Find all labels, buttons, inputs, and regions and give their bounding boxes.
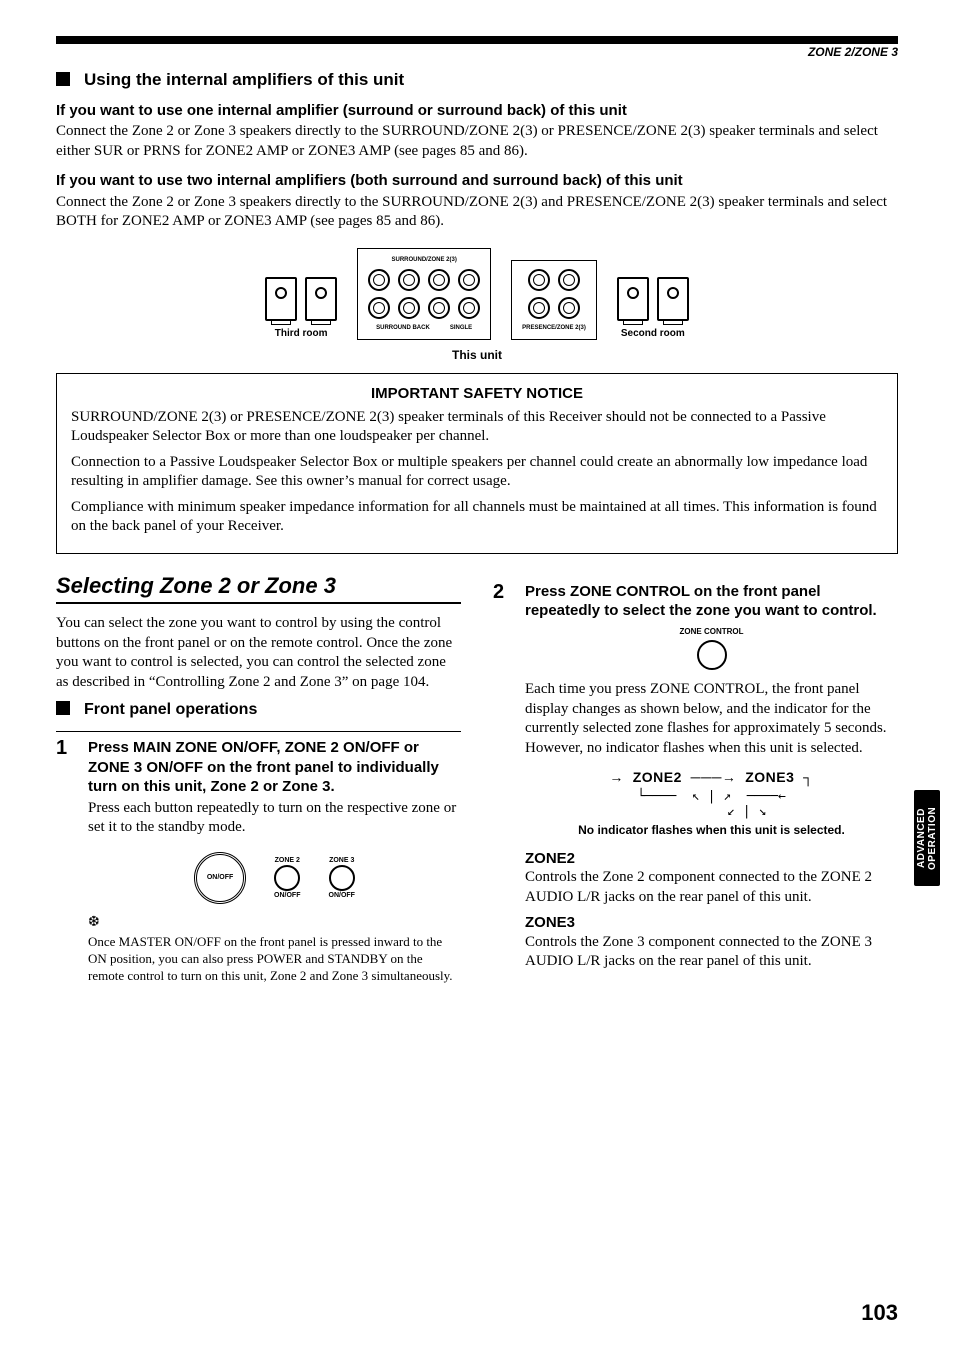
terminal-label-surround-back: SURROUND BACK (376, 325, 430, 331)
subhead-two-amp: If you want to use two internal amplifie… (56, 171, 898, 191)
step-number: 1 (56, 738, 74, 984)
cycle-zone2: ZONE2 (633, 769, 682, 785)
side-tab-advanced-operation: ADVANCED OPERATION (914, 790, 940, 886)
step-2: 2 Press ZONE CONTROL on the front panel … (493, 582, 898, 978)
speaker-terminal-icon (458, 269, 480, 291)
notice-p2: Connection to a Passive Loudspeaker Sele… (71, 453, 883, 492)
presence-unit: PRESENCE/ZONE 2(3) (511, 260, 597, 340)
speaker-terminal-icon (368, 269, 390, 291)
cycle-arrows: └──── ↖ | ↗ ────← ↙ | ↘ (525, 790, 898, 819)
zone2-heading: ZONE2 (525, 849, 898, 869)
page-number: 103 (861, 1299, 898, 1328)
body-one-amp: Connect the Zone 2 or Zone 3 speakers di… (56, 122, 898, 161)
speaker-terminal-icon (428, 269, 450, 291)
subhead-text: Front panel operations (84, 701, 257, 718)
zone2-label: ZONE 2 (274, 856, 300, 865)
square-bullet-icon (56, 72, 70, 86)
zone-control-button-icon (697, 640, 727, 670)
page: ZONE 2/ZONE 3 Using the internal amplifi… (0, 0, 954, 1348)
square-bullet-icon (56, 701, 70, 715)
this-unit-label: This unit (56, 348, 898, 364)
zone3-onoff-label: ON/OFF (329, 891, 355, 900)
two-column-layout: Selecting Zone 2 or Zone 3 You can selec… (56, 572, 898, 985)
step-2-body: Each time you press ZONE CONTROL, the fr… (525, 680, 898, 758)
zone-control-diagram: ZONE CONTROL (525, 627, 898, 670)
speaker-terminal-icon (528, 269, 550, 291)
step-number: 2 (493, 582, 511, 978)
subhead-one-amp: If you want to use one internal amplifie… (56, 101, 898, 121)
speaker-terminal-icon (558, 269, 580, 291)
speaker-terminal-icon (428, 297, 450, 319)
heading-text: Using the internal amplifiers of this un… (84, 70, 404, 89)
terminal-label-single: SINGLE (450, 325, 472, 331)
second-room-block: Second room (617, 277, 689, 340)
notice-p3: Compliance with minimum speaker impedanc… (71, 498, 883, 537)
zone2-onoff-label: ON/OFF (274, 891, 300, 900)
zone3-heading: ZONE3 (525, 913, 898, 933)
receiver-unit: SURROUND/ZONE 2(3) SURROUND BACK SINGLE (357, 248, 491, 340)
cycle-zone3: ZONE3 (745, 769, 794, 785)
section-heading-using-amplifiers: Using the internal amplifiers of this un… (56, 69, 898, 91)
speaker-terminal-icon (528, 297, 550, 319)
zone3-button-icon (329, 865, 355, 891)
button-diagram: ON/OFF ZONE 2 ON/OFF ZONE 3 ON/OFF (88, 852, 461, 904)
body-two-amp: Connect the Zone 2 or Zone 3 speakers di… (56, 193, 898, 232)
left-column: Selecting Zone 2 or Zone 3 You can selec… (56, 572, 461, 985)
main-onoff-button-icon: ON/OFF (194, 852, 246, 904)
speaker-icon (305, 277, 337, 321)
terminal-label-presence-zone: PRESENCE/ZONE 2(3) (522, 325, 586, 331)
speaker-icon (265, 277, 297, 321)
section-title-selecting-zone: Selecting Zone 2 or Zone 3 (56, 572, 461, 601)
safety-notice: IMPORTANT SAFETY NOTICE SURROUND/ZONE 2(… (56, 373, 898, 554)
step-1: 1 Press MAIN ZONE ON/OFF, ZONE 2 ON/OFF … (56, 731, 461, 984)
speaker-terminal-icon (558, 297, 580, 319)
running-head: ZONE 2/ZONE 3 (56, 42, 898, 61)
zone-control-label: ZONE CONTROL (680, 627, 744, 637)
notice-p1: SURROUND/ZONE 2(3) or PRESENCE/ZONE 2(3)… (71, 408, 883, 447)
terminal-label-surround-zone: SURROUND/ZONE 2(3) (391, 257, 456, 263)
speaker-icon (657, 277, 689, 321)
third-room-block: Third room (265, 277, 337, 340)
speaker-terminal-icon (368, 297, 390, 319)
zone2-button-icon (274, 865, 300, 891)
zone3-body: Controls the Zone 3 component connected … (525, 933, 898, 972)
wiring-diagram: Third room SURROUND/ZONE 2(3) S (56, 248, 898, 340)
step-2-heading: Press ZONE CONTROL on the front panel re… (525, 582, 898, 621)
onoff-label: ON/OFF (207, 873, 233, 882)
notice-title: IMPORTANT SAFETY NOTICE (71, 384, 883, 404)
second-room-label: Second room (621, 327, 685, 340)
speaker-terminal-icon (398, 297, 420, 319)
zone2-body: Controls the Zone 2 component connected … (525, 868, 898, 907)
cycle-caption: No indicator flashes when this unit is s… (525, 823, 898, 839)
title-rule (56, 602, 461, 604)
step-1-heading: Press MAIN ZONE ON/OFF, ZONE 2 ON/OFF or… (88, 738, 461, 797)
tip-icon: ❆ (88, 914, 461, 932)
subhead-front-panel: Front panel operations (56, 700, 461, 721)
third-room-label: Third room (275, 327, 328, 340)
step-1-body: Press each button repeatedly to turn on … (88, 799, 461, 838)
speaker-terminal-icon (398, 269, 420, 291)
speaker-terminal-icon (458, 297, 480, 319)
cycle-diagram: → ZONE2 ───→ ZONE3 ┐ (525, 768, 898, 786)
intro-paragraph: You can select the zone you want to cont… (56, 614, 461, 692)
speaker-icon (617, 277, 649, 321)
tip-text: Once MASTER ON/OFF on the front panel is… (88, 934, 461, 985)
right-column: 2 Press ZONE CONTROL on the front panel … (493, 572, 898, 985)
zone3-label: ZONE 3 (329, 856, 355, 865)
